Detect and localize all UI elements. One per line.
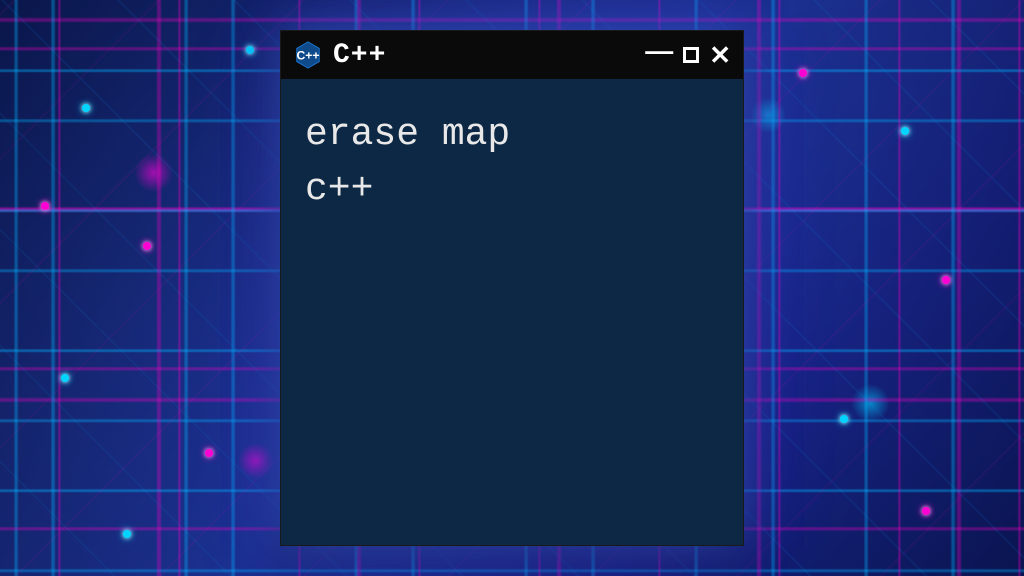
- minimize-button[interactable]: —: [645, 37, 673, 65]
- titlebar[interactable]: C++ C++ — ✕: [281, 31, 743, 79]
- terminal-line-1: erase map: [305, 107, 719, 162]
- window-title: C++: [333, 40, 635, 71]
- terminal-line-2: c++: [305, 162, 719, 217]
- close-button[interactable]: ✕: [709, 42, 731, 68]
- maximize-button[interactable]: [683, 47, 699, 63]
- svg-text:C++: C++: [296, 49, 319, 63]
- cpp-icon: C++: [293, 40, 323, 70]
- window-controls: — ✕: [645, 41, 731, 69]
- terminal-window: C++ C++ — ✕ erase map c++: [280, 30, 744, 546]
- terminal-body[interactable]: erase map c++: [281, 79, 743, 245]
